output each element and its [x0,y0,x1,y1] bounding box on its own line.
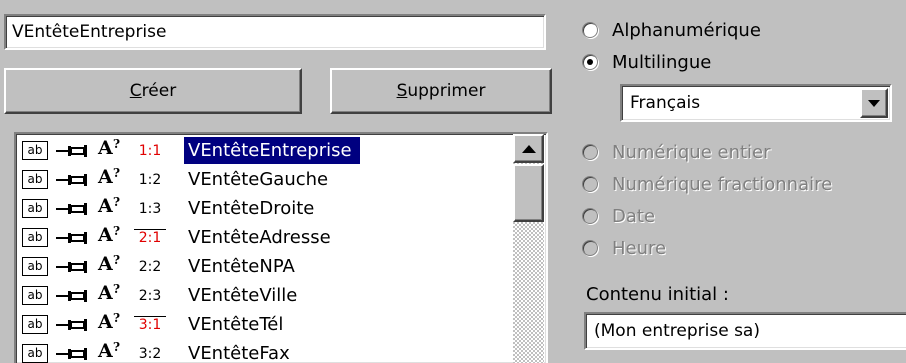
radio-time-label: Heure [612,237,667,259]
font-style-icon: A? [98,311,121,333]
variable-list-item[interactable]: ab A? 3:2 VEntêteFax [16,339,511,363]
arrow-up-icon [521,144,536,153]
row-label: VEntêteEntreprise [184,137,360,164]
variable-list-item[interactable]: ab A? 2:2 VEntêteNPA [16,252,511,281]
font-style-icon: A? [98,137,121,159]
variable-list-item[interactable]: ab A? 3:1 VEntêteTél [16,310,511,339]
create-button[interactable]: Créer [4,68,302,114]
initial-content-input[interactable]: (Mon entreprise sa) [584,312,906,350]
radio-button-icon [582,176,598,192]
radio-alphanumeric-label: Alphanumérique [612,19,761,41]
radio-date: Date [582,202,655,230]
variable-list-item[interactable]: ab A? 1:3 VEntêteDroite [16,194,511,223]
radio-date-label: Date [612,205,656,227]
variable-name-value: VEntêteEntreprise [12,22,167,42]
variable-list-item[interactable]: ab A? 1:2 VEntêteGauche [16,165,511,194]
row-ratio: 2:1 [134,229,166,246]
initial-content-value: (Mon entreprise sa) [594,321,760,341]
row-ratio: 1:1 [138,142,162,159]
row-label: VEntêteFax [188,343,290,363]
language-select[interactable]: Français [620,84,892,122]
font-style-icon: A? [98,166,121,188]
font-style-icon: A? [98,195,121,217]
row-label: VEntêteGauche [188,169,329,190]
text-field-icon: ab [22,141,48,160]
text-field-icon: ab [22,315,48,334]
radio-integer: Numérique entier [582,138,771,166]
pushpin-icon [56,261,87,273]
variable-list-item[interactable]: ab A? 2:1 VEntêteAdresse [16,223,511,252]
row-label: VEntêteTél [188,314,284,335]
radio-button-icon [582,144,598,160]
chevron-down-icon [868,99,880,107]
text-field-icon: ab [22,257,48,276]
font-style-icon: A? [98,224,121,246]
radio-button-icon [582,22,598,38]
text-field-icon: ab [22,344,48,363]
row-ratio: 2:2 [138,258,162,275]
scroll-up-button[interactable] [513,134,544,163]
radio-multilingual-label: Multilingue [612,51,712,73]
radio-alphanumeric[interactable]: Alphanumérique [582,16,761,44]
font-style-icon: A? [98,253,121,275]
text-field-icon: ab [22,286,48,305]
create-button-label: Créer [129,81,177,101]
pushpin-icon [56,203,87,215]
variable-list-item[interactable]: ab A? 2:3 VEntêteVille [16,281,511,310]
row-ratio: 2:3 [138,287,162,304]
text-field-icon: ab [22,199,48,218]
row-label: VEntêteNPA [188,256,295,277]
radio-integer-label: Numérique entier [612,141,771,163]
delete-button-label: Supprimer [396,81,486,101]
variable-name-input[interactable]: VEntêteEntreprise [4,14,546,50]
pushpin-icon [56,290,87,302]
row-ratio: 3:2 [138,345,162,362]
row-label: VEntêteDroite [188,198,315,219]
row-ratio: 3:1 [134,316,166,333]
row-ratio: 1:3 [138,200,162,217]
pushpin-icon [56,174,87,186]
row-label: VEntêteAdresse [188,227,331,248]
radio-multilingual[interactable]: Multilingue [582,48,711,76]
pushpin-icon [56,348,87,360]
dropdown-button[interactable] [860,88,888,118]
radio-fractional-label: Numérique fractionnaire [612,173,833,195]
pushpin-icon [56,319,87,331]
radio-button-checked-icon [582,54,598,70]
text-field-icon: ab [22,170,48,189]
radio-time: Heure [582,234,666,262]
pushpin-icon [56,232,87,244]
list-scrollbar[interactable] [513,134,544,363]
variable-list[interactable]: ab A? 1:1 VEntêteEntreprise ab A? 1:2 VEntêteGa… [14,132,548,363]
font-style-icon: A? [98,340,121,362]
text-field-icon: ab [22,228,48,247]
variable-list-item[interactable]: ab A? 1:1 VEntêteEntreprise [16,136,511,165]
radio-button-icon [582,240,598,256]
language-select-value: Français [630,93,701,113]
initial-content-label: Contenu initial : [586,284,729,305]
font-style-icon: A? [98,282,121,304]
radio-fractional: Numérique fractionnaire [582,170,832,198]
scroll-thumb[interactable] [513,164,544,222]
row-label: VEntêteVille [188,285,298,306]
radio-button-icon [582,208,598,224]
delete-button[interactable]: Supprimer [330,68,552,114]
row-ratio: 1:2 [138,171,162,188]
pushpin-icon [56,145,87,157]
